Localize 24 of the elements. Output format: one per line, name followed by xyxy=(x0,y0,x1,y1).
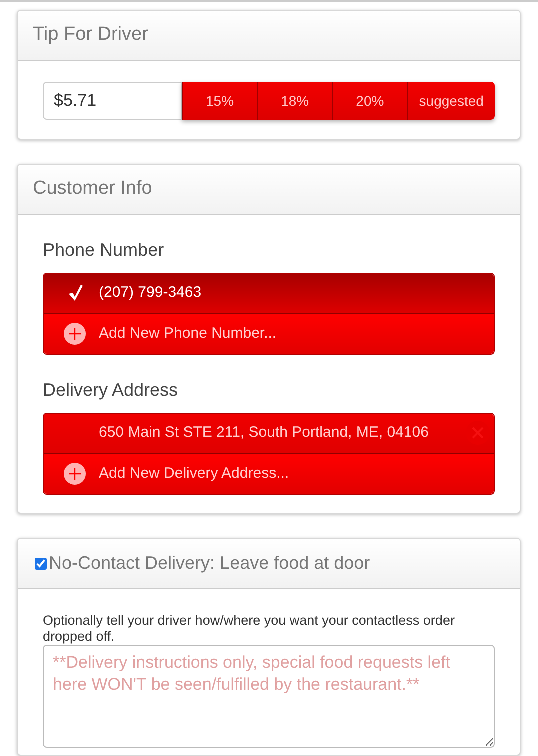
card-title: Tip For Driver xyxy=(33,23,148,48)
add-item[interactable]: Add New Phone Number... xyxy=(44,314,494,354)
add-text: Add New Delivery Address... xyxy=(99,464,290,484)
option-item[interactable]: 650 Main St STE 211, South Portland, ME, 04106 xyxy=(44,414,494,454)
plus-icon xyxy=(64,462,86,485)
add-item[interactable]: Add New Delivery Address... xyxy=(44,454,494,494)
card-title: No-Contact Delivery: Leave food at door xyxy=(49,552,370,576)
plus-icon xyxy=(64,322,86,345)
option-item[interactable]: (207) 799-3463 xyxy=(44,274,494,314)
instructions-field[interactable]: **Delivery instructions only, special food requests left here WON'T be seen/fulfilled by the restaurant.** xyxy=(43,645,495,748)
no-contact-checkbox[interactable] xyxy=(35,558,47,570)
add-text: Add New Phone Number... xyxy=(99,324,277,344)
tip-button[interactable]: 20% xyxy=(332,82,408,120)
hint-text: Optionally tell your driver how/where you want your contactless order dropped off. xyxy=(43,613,456,646)
field-label: Phone Number xyxy=(43,238,166,262)
option-text: 650 Main St STE 211, South Portland, ME, 04106 xyxy=(99,423,430,444)
tip-input[interactable]: $5.71 xyxy=(43,82,182,120)
tip-button[interactable]: 15% xyxy=(182,82,258,120)
tip-button[interactable]: 18% xyxy=(257,82,332,120)
check-icon xyxy=(68,284,84,302)
tip-button[interactable]: suggested xyxy=(407,82,495,120)
field-label: Delivery Address xyxy=(43,378,180,402)
option-text: (207) 799-3463 xyxy=(99,283,203,304)
card-title: Customer Info xyxy=(33,177,152,202)
